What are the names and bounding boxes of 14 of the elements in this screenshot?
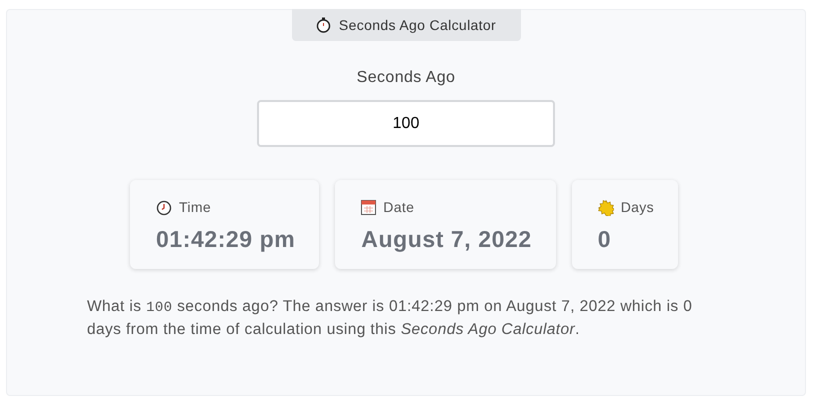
calendar-icon [361, 200, 376, 215]
stopwatch-icon [316, 17, 331, 33]
result-value: 0 [598, 225, 612, 254]
summary-text: What is 100 seconds ago? The answer is 01:42:29 pm on August 7, 2022 which is 0 days from the time of calculation using this Seconds Ago Calculator. [87, 297, 694, 340]
calculator-tab[interactable]: Seconds Ago Calculator [292, 9, 520, 41]
seconds-input[interactable]: 100 [257, 100, 555, 147]
result-label: Time [179, 198, 211, 217]
result-value: 01:42:29 pm [156, 225, 296, 254]
sun-icon [598, 200, 614, 216]
result-label: Days [620, 198, 654, 217]
result-value: August 7, 2022 [361, 225, 532, 254]
clock-icon [156, 200, 172, 216]
input-label: Seconds Ago [356, 68, 456, 88]
result-label: Date [383, 198, 414, 217]
